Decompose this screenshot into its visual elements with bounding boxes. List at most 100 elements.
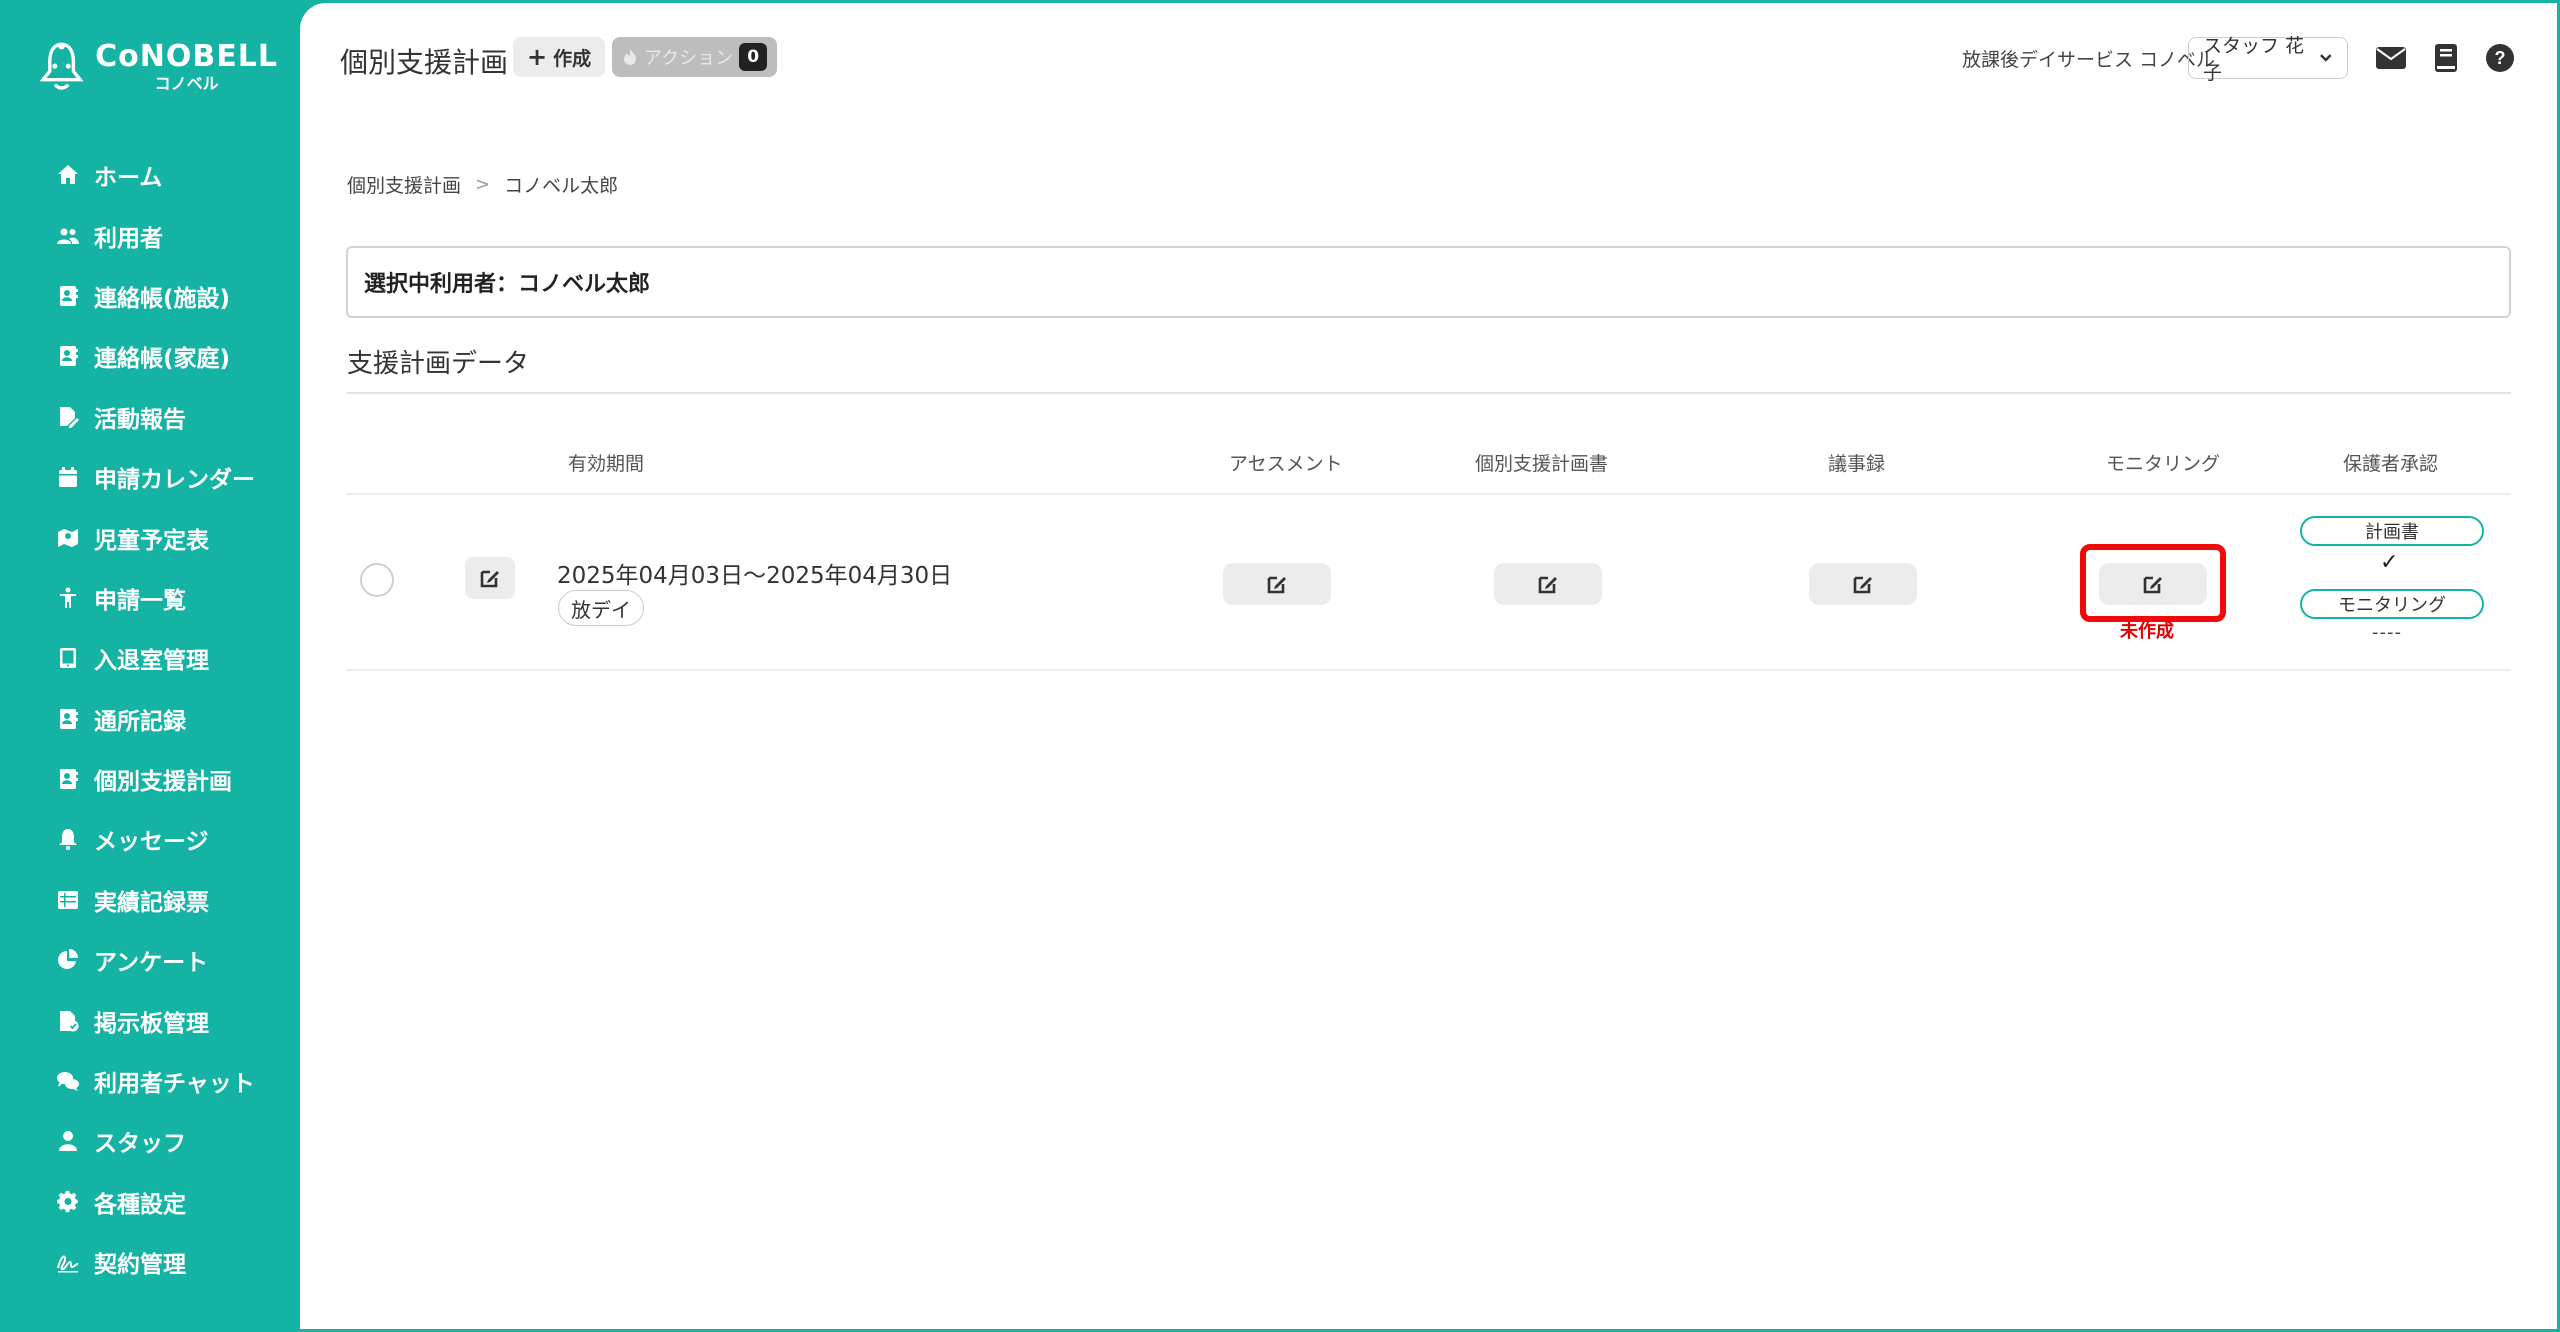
header-approval: 保護者承認 [2343, 453, 2439, 475]
home-icon [54, 161, 82, 189]
sidebar-item-4[interactable]: 連絡帳(家庭) [0, 326, 300, 386]
sidebar-item-3[interactable]: 連絡帳(施設) [0, 266, 300, 326]
row-edit-button[interactable] [465, 557, 515, 599]
approval-monitoring-pill: モニタリング [2300, 589, 2484, 619]
section-divider [346, 392, 2511, 394]
sidebar-item-17[interactable]: スタッフ [0, 1111, 300, 1171]
sidebar-item-label: 各種設定 [94, 1191, 186, 1218]
sidebar-item-19[interactable]: 契約管理 [0, 1232, 300, 1292]
bell-icon [54, 825, 82, 853]
table-icon [54, 886, 82, 914]
sidebar-item-15[interactable]: 掲示板管理 [0, 990, 300, 1050]
header-period: 有効期間 [568, 453, 645, 475]
sidebar-item-12[interactable]: メッセージ [0, 809, 300, 869]
chat-icon [54, 1067, 82, 1095]
chevron-down-icon [2320, 54, 2332, 62]
create-button[interactable]: + 作成 [513, 37, 606, 77]
edit-icon [1267, 576, 1286, 594]
sidebar-item-label: 入退室管理 [94, 648, 209, 675]
help-icon[interactable]: ? [2483, 41, 2517, 75]
calendar-icon [54, 463, 82, 491]
edit-icon [480, 570, 499, 588]
monitoring-highlight-box [2080, 544, 2226, 622]
sidebar-item-label: 連絡帳(家庭) [94, 346, 231, 373]
breadcrumb-parent[interactable]: 個別支援計画 [347, 171, 461, 198]
contact-book-icon [54, 282, 82, 310]
header-minutes: 議事録 [1828, 453, 1886, 475]
sidebar-item-label: 契約管理 [94, 1252, 186, 1279]
map-icon [54, 524, 82, 552]
table-header-divider [346, 493, 2511, 495]
table-row-divider [346, 669, 2511, 671]
selected-user-text: 選択中利用者：コノベル太郎 [364, 272, 651, 297]
logo-sub-text: コノベル [154, 74, 219, 93]
approval-plan-pill: 計画書 [2300, 516, 2484, 546]
child-icon [54, 584, 82, 612]
sidebar-item-label: 利用者 [94, 225, 163, 252]
plan-edit-button[interactable] [1494, 563, 1602, 605]
sidebar-item-label: 利用者チャット [94, 1071, 255, 1098]
sidebar-item-18[interactable]: 各種設定 [0, 1172, 300, 1232]
sidebar-item-label: 申請一覧 [94, 587, 186, 614]
contact-book-icon [54, 705, 82, 733]
page-title: 個別支援計画 [340, 46, 509, 79]
minutes-edit-button[interactable] [1809, 563, 1917, 605]
sidebar-item-label: 活動報告 [94, 406, 186, 433]
breadcrumb: 個別支援計画 > コノベル太郎 [347, 171, 618, 198]
sidebar-item-14[interactable]: アンケート [0, 930, 300, 990]
header-plan: 個別支援計画書 [1475, 453, 1609, 475]
selected-user-box: 選択中利用者：コノベル太郎 [346, 246, 2511, 318]
sidebar-item-label: 通所記録 [94, 708, 186, 735]
sidebar-item-16[interactable]: 利用者チャット [0, 1051, 300, 1111]
action-count-badge: 0 [739, 43, 768, 71]
row-period: 2025年04月03日〜2025年04月30日 [557, 563, 953, 589]
sidebar-item-5[interactable]: 活動報告 [0, 387, 300, 447]
fire-icon [624, 49, 636, 65]
logo-main-text: CoNOBELL [95, 39, 278, 74]
breadcrumb-current: コノベル太郎 [504, 175, 619, 197]
sidebar-item-2[interactable]: 利用者 [0, 205, 300, 265]
section-title: 支援計画データ [347, 349, 530, 379]
sidebar-item-label: アンケート [94, 950, 209, 977]
row-select-checkbox[interactable] [360, 563, 394, 597]
staff-select[interactable]: スタッフ 花子 [2188, 35, 2348, 84]
facility-name: 放課後デイサービス コノベル [1962, 49, 2216, 71]
sidebar-item-label: 連絡帳(施設) [94, 285, 231, 312]
logo[interactable]: CoNOBELL コノベル [38, 34, 278, 100]
assessment-edit-button[interactable] [1223, 563, 1331, 605]
sidebar-item-9[interactable]: 入退室管理 [0, 628, 300, 688]
sidebar-item-13[interactable]: 実績記録票 [0, 870, 300, 930]
sidebar-item-1[interactable]: ホーム [0, 145, 300, 205]
sidebar-nav: ホーム利用者連絡帳(施設) 連絡帳(家庭) 活動報告申請カレンダー 児童予定表申請一覧… [0, 145, 300, 1292]
header-assessment: アセスメント [1229, 453, 1343, 475]
gear-icon [54, 1188, 82, 1216]
sidebar-item-6[interactable]: 申請カレンダー [0, 447, 300, 507]
sidebar-item-label: 掲示板管理 [94, 1010, 209, 1037]
header-monitoring: モニタリング [2106, 453, 2221, 475]
sidebar-item-label: スタッフ [94, 1131, 186, 1158]
action-button[interactable]: アクション 0 [612, 37, 778, 77]
sidebar-item-label: 実績記録票 [94, 889, 209, 916]
sidebar-item-11[interactable]: 個別支援計画 [0, 749, 300, 809]
edit-icon [1538, 576, 1557, 594]
user-icon [54, 1127, 82, 1155]
monitoring-status: 未作成 [2120, 621, 2174, 642]
book-icon[interactable] [2429, 41, 2463, 75]
sidebar-item-7[interactable]: 児童予定表 [0, 507, 300, 567]
main-content: 個別支援計画 + 作成 アクション 0 放課後デイサービス コノベル スタッフ … [300, 3, 2557, 1329]
sidebar-item-8[interactable]: 申請一覧 [0, 568, 300, 628]
pie-chart-icon [54, 946, 82, 974]
breadcrumb-separator-icon: > [475, 174, 491, 195]
approval-plan-check-icon: ✓ [2380, 550, 2399, 575]
file-edit-icon [54, 403, 82, 431]
edit-icon [1853, 576, 1872, 594]
mail-icon[interactable] [2374, 41, 2408, 75]
sidebar-item-label: 個別支援計画 [94, 769, 232, 796]
sidebar-item-10[interactable]: 通所記録 [0, 689, 300, 749]
sidebar-item-label: 児童予定表 [94, 527, 209, 554]
bell-logo-icon [39, 42, 84, 90]
approval-monitoring-value: ---- [2372, 622, 2402, 643]
plus-icon: + [527, 43, 548, 71]
sidebar-item-label: 申請カレンダー [94, 467, 255, 494]
contact-book-icon [54, 765, 82, 793]
